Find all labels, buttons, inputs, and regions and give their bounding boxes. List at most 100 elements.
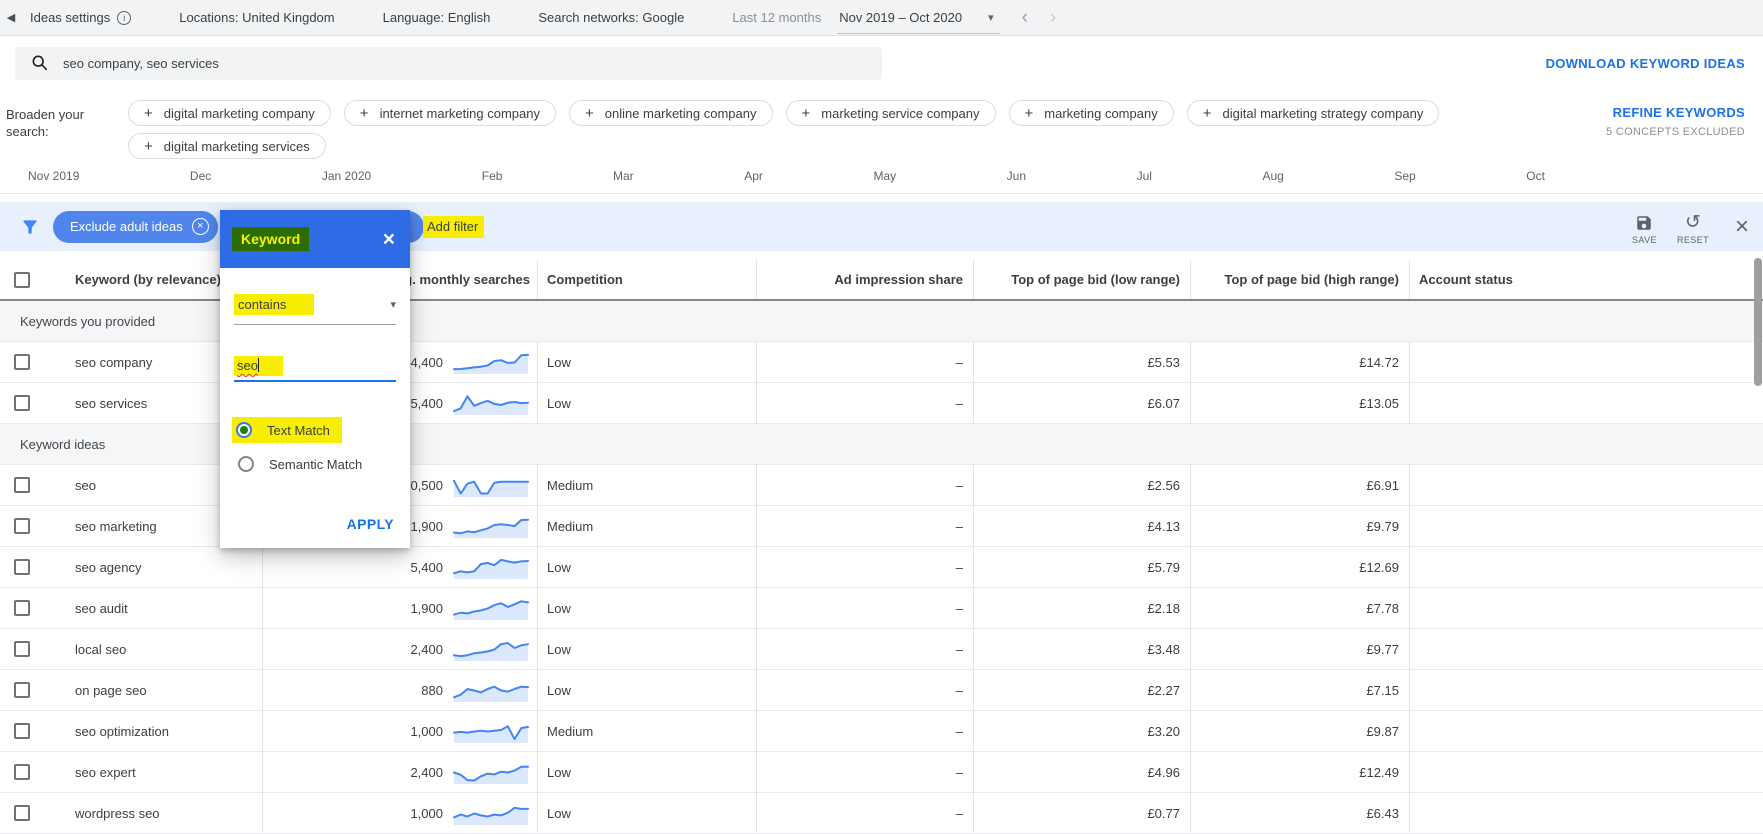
top-of-page-bid-high-cell: £7.78 — [1190, 588, 1409, 628]
apply-button[interactable]: APPLY — [347, 516, 394, 532]
top-of-page-bid-low-cell: £2.56 — [973, 465, 1190, 505]
row-checkbox[interactable] — [14, 600, 30, 616]
competition-cell: Low — [537, 629, 756, 669]
row-checkbox[interactable] — [14, 805, 30, 821]
competition-cell: Low — [537, 547, 756, 587]
keyword-cell: seo expert — [75, 764, 136, 780]
top-of-page-bid-low-cell: £2.18 — [973, 588, 1190, 628]
add-filter-button[interactable]: Add filter — [423, 216, 485, 238]
row-checkbox[interactable] — [14, 477, 30, 493]
account-status-cell — [1409, 752, 1763, 792]
exclude-adult-ideas-chip[interactable]: Exclude adult ideas × — [53, 210, 218, 243]
avg-monthly-searches-cell: 5,400 — [262, 547, 537, 587]
column-header-top-of-page-bid-low[interactable]: Top of page bid (low range) — [973, 260, 1190, 299]
table-row[interactable]: seo optimization 1,000 Medium – £3.20 £9.87 — [0, 711, 1763, 752]
column-header-ad-impression-share[interactable]: Ad impression share — [756, 260, 973, 299]
row-checkbox[interactable] — [14, 723, 30, 739]
column-header-competition[interactable]: Competition — [537, 260, 756, 299]
refine-keywords-button[interactable]: REFINE KEYWORDS — [1606, 105, 1745, 120]
top-of-page-bid-low-cell: £3.20 — [973, 711, 1190, 751]
row-checkbox[interactable] — [14, 518, 30, 534]
competition-cell: Low — [537, 588, 756, 628]
download-keyword-ideas-button[interactable]: DOWNLOAD KEYWORD IDEAS — [1546, 56, 1745, 71]
top-of-page-bid-low-cell: £3.48 — [973, 629, 1190, 669]
ad-impression-share-cell: – — [756, 670, 973, 710]
month-label: Mar — [612, 168, 634, 183]
row-checkbox[interactable] — [14, 395, 30, 411]
account-status-cell — [1409, 670, 1763, 710]
locations-setting[interactable]: Locations: United Kingdom — [179, 10, 334, 25]
search-networks-setting[interactable]: Search networks: Google — [538, 10, 684, 25]
info-icon[interactable]: i — [117, 10, 132, 25]
radio-icon[interactable] — [238, 456, 254, 472]
back-arrow-icon[interactable]: ◀ — [0, 11, 22, 24]
avg-monthly-searches-cell: 880 — [262, 670, 537, 710]
top-of-page-bid-high-cell: £9.87 — [1190, 711, 1409, 751]
month-label: Apr — [744, 168, 763, 183]
column-header-top-of-page-bid-high[interactable]: Top of page bid (high range) — [1190, 260, 1409, 299]
keyword-search-input[interactable]: seo company, seo services — [15, 46, 882, 80]
trend-sparkline — [453, 600, 529, 620]
broaden-chip[interactable]: + digital marketing company — [128, 100, 331, 126]
ad-impression-share-cell: – — [756, 629, 973, 669]
select-all-checkbox[interactable] — [14, 271, 30, 288]
broaden-chip[interactable]: + digital marketing services — [128, 133, 326, 159]
concepts-excluded-note: 5 CONCEPTS EXCLUDED — [1606, 126, 1745, 138]
top-of-page-bid-high-cell: £14.72 — [1190, 342, 1409, 382]
account-status-cell — [1409, 383, 1763, 423]
account-status-cell — [1409, 465, 1763, 505]
language-setting[interactable]: Language: English — [383, 10, 491, 25]
next-period-button[interactable]: › — [1050, 8, 1056, 27]
remove-filter-icon[interactable]: × — [191, 218, 209, 235]
table-row[interactable]: seo agency 5,400 Low – £5.79 £12.69 — [0, 547, 1763, 588]
close-dialog-icon[interactable]: × — [383, 229, 395, 250]
month-label: Jul — [1136, 168, 1152, 183]
broaden-chip[interactable]: + online marketing company — [568, 100, 773, 126]
plus-icon: + — [144, 104, 153, 122]
competition-cell: Low — [537, 793, 756, 833]
table-row[interactable]: local seo 2,400 Low – £3.48 £9.77 — [0, 629, 1763, 670]
account-status-cell — [1409, 629, 1763, 669]
month-label: May — [873, 168, 897, 183]
table-row[interactable]: seo expert 2,400 Low – £4.96 £12.49 — [0, 752, 1763, 793]
trend-sparkline — [453, 685, 529, 702]
row-checkbox[interactable] — [14, 682, 30, 698]
date-range-select[interactable]: Nov 2019 – Oct 2020 ▾ — [837, 2, 1000, 34]
avg-monthly-searches-cell: 1,000 — [262, 711, 537, 751]
chevron-down-icon: ▾ — [390, 299, 396, 311]
row-checkbox[interactable] — [14, 764, 30, 780]
table-row[interactable]: on page seo 880 Low – £2.27 £7.15 — [0, 670, 1763, 711]
condition-select[interactable]: contains ▾ — [234, 294, 396, 325]
ad-impression-share-cell: – — [756, 547, 973, 587]
filter-value-input[interactable]: seo — [234, 356, 396, 382]
radio-icon[interactable] — [236, 422, 252, 438]
ad-impression-share-cell: – — [756, 752, 973, 792]
month-label: Sep — [1394, 168, 1416, 183]
row-checkbox[interactable] — [14, 641, 30, 657]
month-label: Feb — [481, 168, 503, 183]
ad-impression-share-cell: – — [756, 383, 973, 423]
top-settings-bar: ◀ Ideas settings i Locations: United Kin… — [0, 0, 1763, 36]
month-label: Aug — [1262, 168, 1284, 183]
row-checkbox[interactable] — [14, 354, 30, 370]
row-checkbox[interactable] — [14, 559, 30, 575]
top-of-page-bid-high-cell: £9.77 — [1190, 629, 1409, 669]
broaden-chip[interactable]: + digital marketing strategy company — [1186, 100, 1440, 126]
vertical-scrollbar-thumb[interactable] — [1754, 258, 1762, 386]
match-option[interactable]: Semantic Match — [234, 456, 396, 472]
ad-impression-share-cell: – — [756, 465, 973, 505]
broaden-chip[interactable]: + internet marketing company — [343, 100, 556, 126]
broaden-chip[interactable]: + marketing company — [1008, 100, 1174, 126]
prev-period-button[interactable]: ‹ — [1022, 8, 1028, 27]
match-option[interactable]: Text Match — [232, 417, 342, 443]
keyword-cell: seo optimization — [75, 723, 169, 739]
broaden-chip[interactable]: + marketing service company — [785, 100, 996, 126]
close-filter-bar-icon[interactable]: × — [1735, 214, 1749, 239]
column-header-account-status[interactable]: Account status — [1409, 260, 1763, 299]
reset-button[interactable]: ↺ RESET — [1677, 213, 1709, 245]
account-status-cell — [1409, 547, 1763, 587]
table-row[interactable]: seo audit 1,900 Low – £2.18 £7.78 — [0, 588, 1763, 629]
ideas-settings-label[interactable]: Ideas settings — [30, 10, 110, 25]
table-row[interactable]: wordpress seo 1,000 Low – £0.77 £6.43 — [0, 793, 1763, 834]
save-button[interactable]: SAVE — [1632, 214, 1657, 245]
